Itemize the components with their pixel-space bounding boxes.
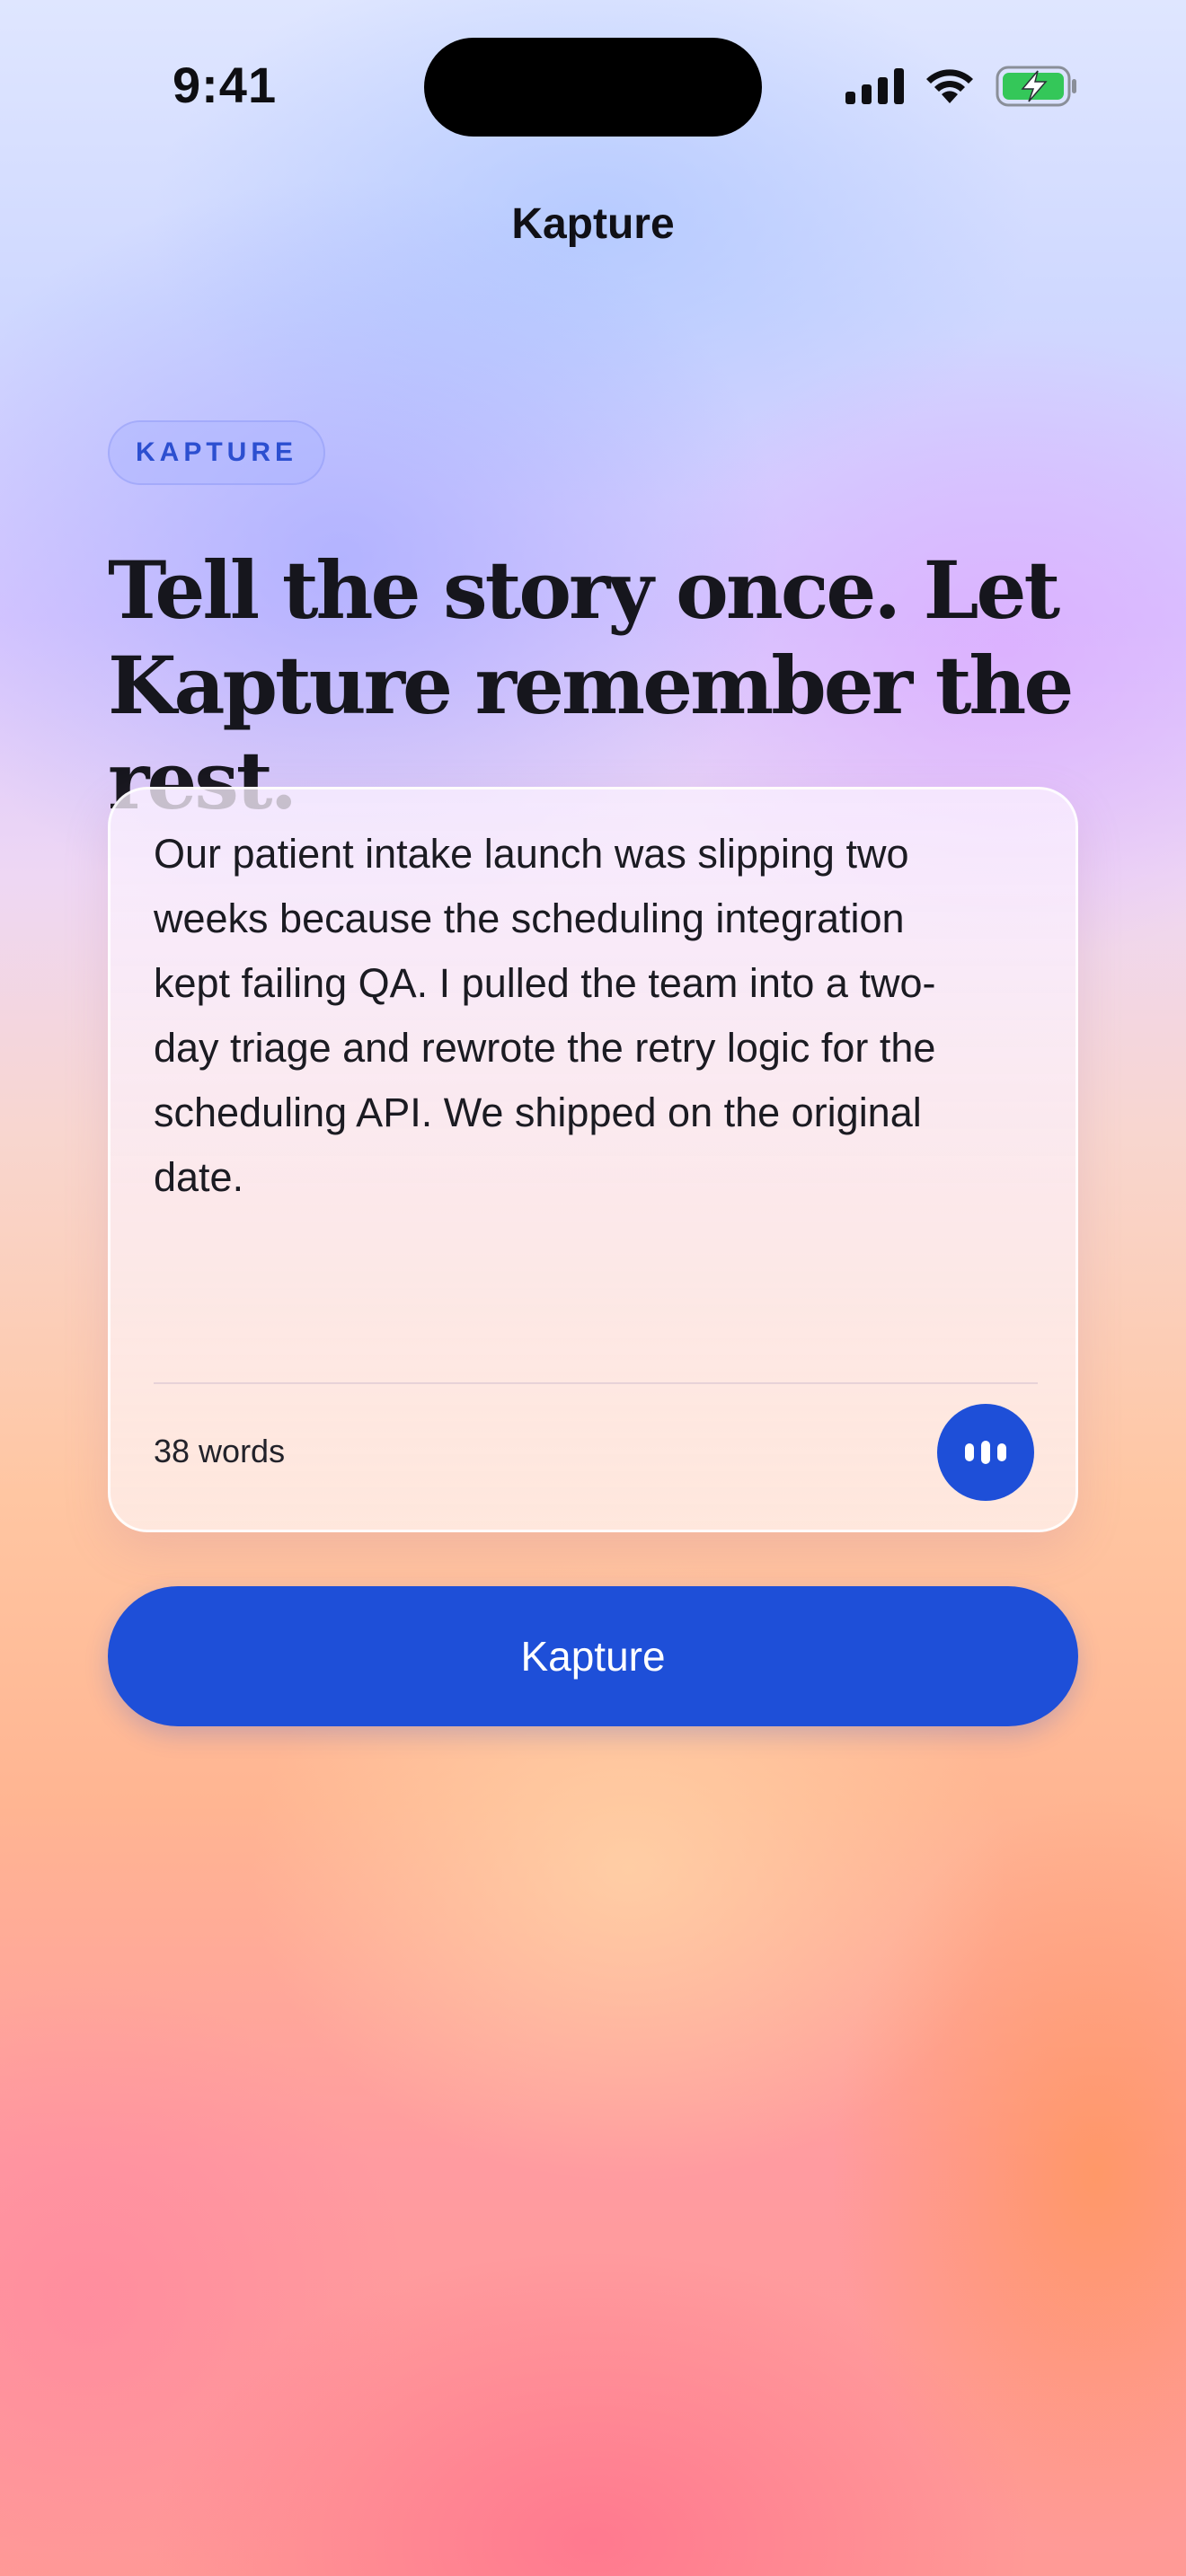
- story-input-card[interactable]: Our patient intake launch was slipping t…: [108, 787, 1078, 1532]
- dynamic-island: [424, 38, 762, 137]
- status-icons: [845, 65, 1078, 108]
- waveform-icon-bar: [981, 1441, 990, 1464]
- card-divider: [154, 1382, 1038, 1384]
- nav-title: Kapture: [511, 200, 675, 248]
- kapture-button[interactable]: Kapture: [108, 1586, 1078, 1726]
- headline-text: Tell the story once. Let Kapture remembe…: [108, 543, 1074, 827]
- status-bar: 9:41: [0, 0, 1186, 171]
- voice-input-button[interactable]: [937, 1404, 1034, 1501]
- word-count: 38 words: [154, 1433, 286, 1469]
- waveform-icon-bar: [997, 1443, 1006, 1461]
- brand-badge: KAPTURE: [108, 420, 325, 485]
- status-time: 9:41: [173, 57, 278, 113]
- waveform-icon: [965, 1443, 974, 1461]
- wifi-icon: [924, 67, 976, 105]
- battery-charging-icon: [996, 66, 1078, 107]
- cellular-signal-icon: [845, 68, 904, 104]
- page-headline: Tell the story once. Let Kapture remembe…: [108, 543, 1114, 828]
- story-text-area[interactable]: Our patient intake launch was slipping t…: [154, 822, 1043, 1210]
